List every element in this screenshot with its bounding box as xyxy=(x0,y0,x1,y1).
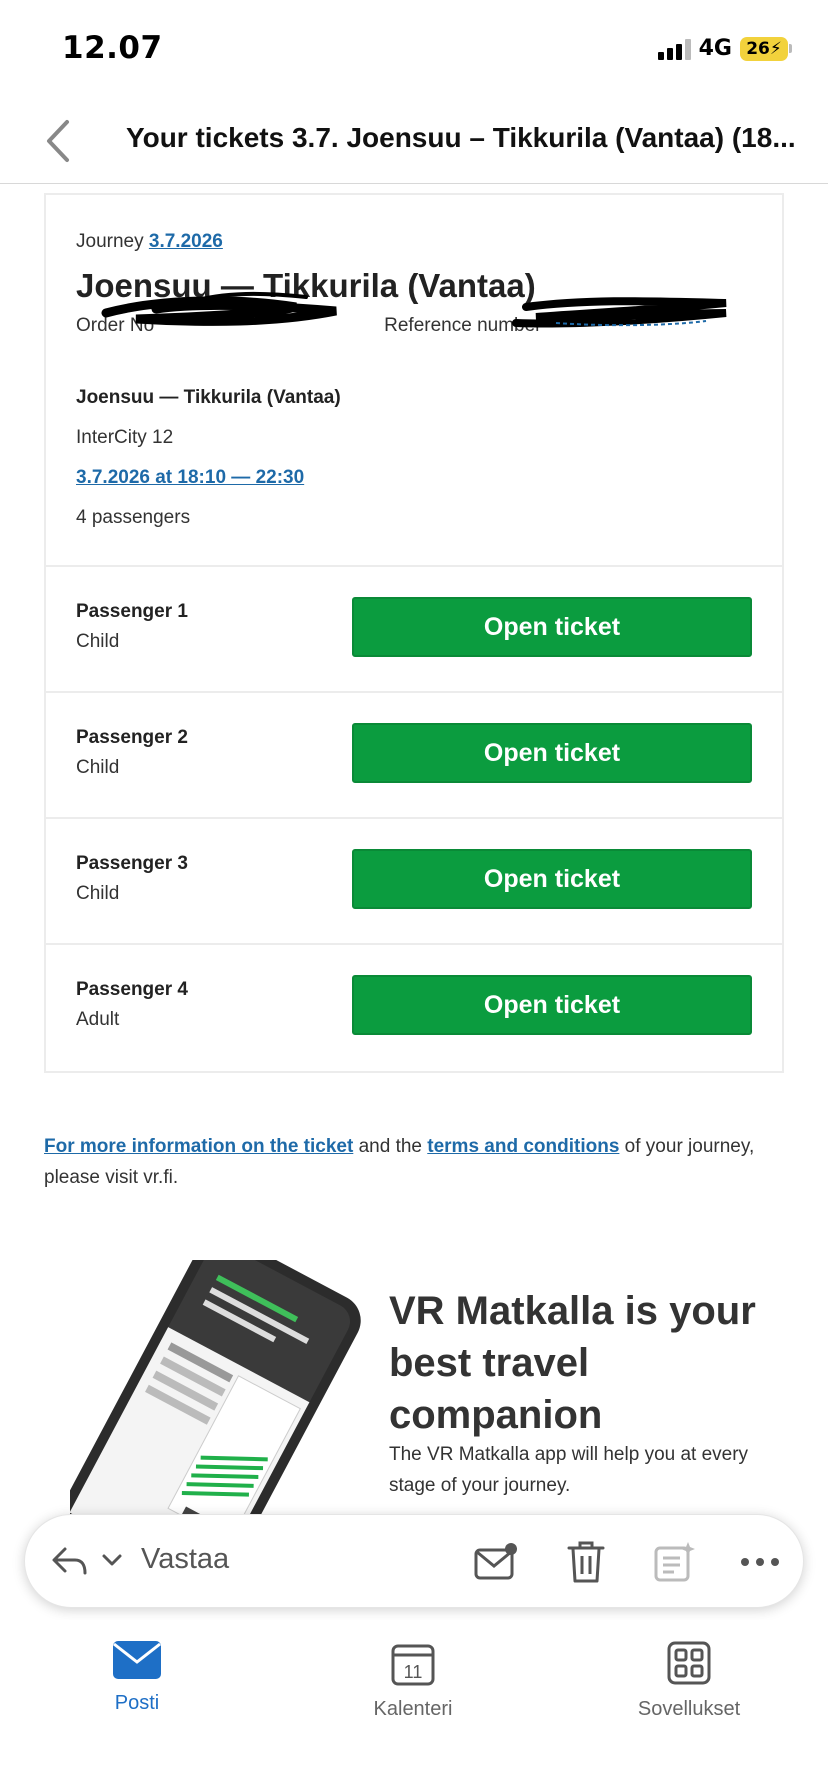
journey-label: Journey 3.7.2026 xyxy=(76,231,223,252)
app-phone-illustration xyxy=(70,1260,361,1515)
passenger-name: Passenger 1 xyxy=(76,601,188,622)
passenger-name: Passenger 3 xyxy=(76,853,188,874)
battery-icon: 26 ⚡ xyxy=(740,36,792,61)
open-ticket-button[interactable]: Open ticket xyxy=(352,597,752,657)
reply-button[interactable]: Vastaa xyxy=(141,1543,229,1576)
ticket-info-link[interactable]: For more information on the ticket xyxy=(44,1136,353,1157)
open-ticket-button[interactable]: Open ticket xyxy=(352,723,752,783)
tab-label: Kalenteri xyxy=(373,1698,453,1720)
passenger-row: Passenger 1 Child Open ticket xyxy=(46,567,782,693)
bottom-tab-bar: Posti 11 Kalenteri Sovellukset xyxy=(0,1620,828,1792)
more-icon xyxy=(741,1558,779,1566)
chevron-left-icon xyxy=(47,120,69,162)
charging-icon: ⚡ xyxy=(769,38,782,59)
network-type: 4G xyxy=(698,36,732,61)
passenger-name: Passenger 2 xyxy=(76,727,188,748)
chevron-down-icon[interactable] xyxy=(101,1549,123,1571)
departure-time-link[interactable]: 3.7.2026 at 18:10 — 22:30 xyxy=(76,467,752,489)
summarize-button[interactable] xyxy=(651,1539,697,1585)
passenger-name: Passenger 4 xyxy=(76,979,188,1000)
mark-unread-button[interactable] xyxy=(473,1539,519,1585)
status-indicators: 4G 26 ⚡ xyxy=(657,36,792,61)
passenger-type: Child xyxy=(76,757,120,778)
reference-label: Reference number xyxy=(384,315,542,336)
back-button[interactable] xyxy=(40,116,76,166)
calendar-day: 11 xyxy=(404,1662,423,1682)
trash-icon xyxy=(567,1541,605,1583)
journey-date-link[interactable]: 3.7.2026 xyxy=(149,231,223,252)
tab-label: Sovellukset xyxy=(637,1698,741,1720)
route-title: Joensuu — Tikkurila (Vantaa) xyxy=(76,267,536,304)
tab-calendar[interactable]: 11 Kalenteri xyxy=(333,1640,493,1721)
journey-summary: Journey 3.7.2026 Joensuu — Tikkurila (Va… xyxy=(46,195,782,567)
reply-toolbar: Vastaa xyxy=(24,1514,804,1608)
email-header: Your tickets 3.7. Joensuu – Tikkurila (V… xyxy=(0,96,828,184)
ticket-card: Journey 3.7.2026 Joensuu — Tikkurila (Va… xyxy=(44,193,784,1073)
reply-icon[interactable] xyxy=(49,1541,89,1581)
passenger-type: Adult xyxy=(76,1009,120,1030)
status-time: 12.07 xyxy=(62,30,163,66)
email-body[interactable]: Journey 3.7.2026 Joensuu — Tikkurila (Va… xyxy=(0,185,828,1515)
battery-level: 26 xyxy=(746,38,770,59)
open-ticket-button[interactable]: Open ticket xyxy=(352,975,752,1035)
status-bar: 12.07 4G 26 ⚡ xyxy=(0,0,828,96)
promo-title: VR Matkalla is your best travel companio… xyxy=(389,1289,756,1437)
apps-grid-icon xyxy=(667,1641,711,1685)
delete-button[interactable] xyxy=(563,1539,609,1585)
sparkle-list-icon xyxy=(654,1542,695,1582)
more-button[interactable] xyxy=(737,1539,783,1585)
ticket-info-text: For more information on the ticket and t… xyxy=(44,1136,755,1188)
promo-text: The VR Matkalla app will help you at eve… xyxy=(389,1444,749,1496)
calendar-icon: 11 xyxy=(391,1644,435,1686)
open-ticket-button[interactable]: Open ticket xyxy=(352,849,752,909)
tab-mail[interactable]: Posti xyxy=(57,1640,217,1715)
segment-route: Joensuu — Tikkurila (Vantaa) xyxy=(76,387,341,408)
passenger-type: Child xyxy=(76,883,120,904)
signal-icon xyxy=(657,38,691,60)
passenger-row: Passenger 3 Child Open ticket xyxy=(46,819,782,945)
terms-link[interactable]: terms and conditions xyxy=(427,1136,619,1157)
tab-apps[interactable]: Sovellukset xyxy=(609,1640,769,1721)
passenger-row: Passenger 2 Child Open ticket xyxy=(46,693,782,819)
mail-icon xyxy=(113,1641,161,1679)
order-label: Order No xyxy=(76,315,155,336)
passenger-type: Child xyxy=(76,631,120,652)
passenger-count: 4 passengers xyxy=(76,507,191,528)
envelope-dot-icon xyxy=(474,1543,517,1580)
order-line: Order No Reference number xyxy=(76,315,752,337)
email-subject: Your tickets 3.7. Joensuu – Tikkurila (V… xyxy=(126,122,796,153)
tab-label: Posti xyxy=(114,1692,160,1714)
passenger-row: Passenger 4 Adult Open ticket xyxy=(46,945,782,1071)
train-name: InterCity 12 xyxy=(76,427,174,448)
